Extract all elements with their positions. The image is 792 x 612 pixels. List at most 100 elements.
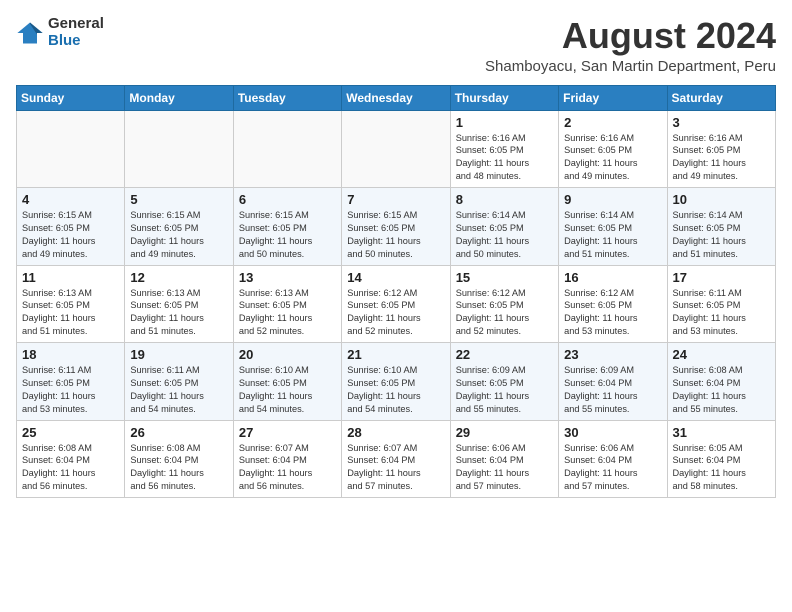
logo-icon [16, 19, 44, 47]
day-cell-26: 26 Sunrise: 6:08 AM Sunset: 6:04 PM Dayli… [125, 420, 233, 498]
logo-general-text: General [48, 16, 104, 33]
day-cell-8: 8 Sunrise: 6:14 AM Sunset: 6:05 PM Daylig… [450, 188, 558, 266]
title-block: August 2024 Shamboyacu, San Martin Depar… [485, 16, 776, 75]
day-cell-29: 29Sunrise: 6:06 AM Sunset: 6:04 PM Dayli… [450, 420, 558, 498]
day-info: Sunrise: 6:08 AM Sunset: 6:04 PM Dayligh… [130, 442, 227, 494]
day-number: 7 [347, 192, 444, 207]
day-info: Sunrise: 6:09 AM Sunset: 6:05 PM Dayligh… [456, 364, 553, 416]
day-info: Sunrise: 6:16 AM Sunset: 6:05 PM Dayligh… [456, 132, 553, 184]
day-number: 27 [239, 425, 336, 440]
day-number: 25 [22, 425, 119, 440]
empty-cell [342, 110, 450, 188]
day-number: 11 [22, 270, 119, 285]
day-info: Sunrise: 6:11 AM Sunset: 6:05 PM Dayligh… [673, 287, 770, 339]
weekday-header-tuesday: Tuesday [233, 85, 341, 110]
day-number: 3 [673, 115, 770, 130]
weekday-header-sunday: Sunday [17, 85, 125, 110]
logo: General Blue [16, 16, 104, 49]
week-row-5: 25 Sunrise: 6:08 AM Sunset: 6:04 PM Dayli… [17, 420, 776, 498]
day-info: Sunrise: 6:08 AM Sunset: 6:04 PM Dayligh… [673, 364, 770, 416]
day-number: 18 [22, 347, 119, 362]
day-number: 1 [456, 115, 553, 130]
day-number: 16 [564, 270, 661, 285]
day-info: Sunrise: 6:13 AM Sunset: 6:05 PM Dayligh… [130, 287, 227, 339]
day-info: Sunrise: 6:14 AM Sunset: 6:05 PM Dayligh… [456, 209, 553, 261]
day-number: 4 [22, 192, 119, 207]
weekday-header-friday: Friday [559, 85, 667, 110]
weekday-header-wednesday: Wednesday [342, 85, 450, 110]
day-cell-12: 12 Sunrise: 6:13 AM Sunset: 6:05 PM Dayli… [125, 265, 233, 343]
day-cell-22: 22 Sunrise: 6:09 AM Sunset: 6:05 PM Dayli… [450, 343, 558, 421]
day-cell-17: 17Sunrise: 6:11 AM Sunset: 6:05 PM Dayli… [667, 265, 775, 343]
day-cell-1: 1 Sunrise: 6:16 AM Sunset: 6:05 PM Daylig… [450, 110, 558, 188]
day-info: Sunrise: 6:07 AM Sunset: 6:04 PM Dayligh… [239, 442, 336, 494]
day-number: 15 [456, 270, 553, 285]
day-number: 10 [673, 192, 770, 207]
day-number: 8 [456, 192, 553, 207]
day-info: Sunrise: 6:14 AM Sunset: 6:05 PM Dayligh… [673, 209, 770, 261]
day-info: Sunrise: 6:05 AM Sunset: 6:04 PM Dayligh… [673, 442, 770, 494]
day-cell-23: 23Sunrise: 6:09 AM Sunset: 6:04 PM Dayli… [559, 343, 667, 421]
day-info: Sunrise: 6:15 AM Sunset: 6:05 PM Dayligh… [130, 209, 227, 261]
day-number: 12 [130, 270, 227, 285]
day-info: Sunrise: 6:08 AM Sunset: 6:04 PM Dayligh… [22, 442, 119, 494]
day-cell-28: 28Sunrise: 6:07 AM Sunset: 6:04 PM Dayli… [342, 420, 450, 498]
day-number: 26 [130, 425, 227, 440]
day-info: Sunrise: 6:16 AM Sunset: 6:05 PM Dayligh… [673, 132, 770, 184]
empty-cell [125, 110, 233, 188]
location-subtitle: Shamboyacu, San Martin Department, Peru [485, 58, 776, 75]
day-cell-16: 16Sunrise: 6:12 AM Sunset: 6:05 PM Dayli… [559, 265, 667, 343]
day-info: Sunrise: 6:11 AM Sunset: 6:05 PM Dayligh… [130, 364, 227, 416]
calendar-table: SundayMondayTuesdayWednesdayThursdayFrid… [16, 85, 776, 499]
weekday-header-saturday: Saturday [667, 85, 775, 110]
day-info: Sunrise: 6:15 AM Sunset: 6:05 PM Dayligh… [347, 209, 444, 261]
day-number: 20 [239, 347, 336, 362]
day-number: 13 [239, 270, 336, 285]
day-cell-4: 4 Sunrise: 6:15 AM Sunset: 6:05 PM Daylig… [17, 188, 125, 266]
day-info: Sunrise: 6:13 AM Sunset: 6:05 PM Dayligh… [239, 287, 336, 339]
day-cell-25: 25 Sunrise: 6:08 AM Sunset: 6:04 PM Dayli… [17, 420, 125, 498]
week-row-2: 4 Sunrise: 6:15 AM Sunset: 6:05 PM Daylig… [17, 188, 776, 266]
day-info: Sunrise: 6:13 AM Sunset: 6:05 PM Dayligh… [22, 287, 119, 339]
day-info: Sunrise: 6:16 AM Sunset: 6:05 PM Dayligh… [564, 132, 661, 184]
day-cell-24: 24 Sunrise: 6:08 AM Sunset: 6:04 PM Dayli… [667, 343, 775, 421]
day-cell-6: 6 Sunrise: 6:15 AM Sunset: 6:05 PM Daylig… [233, 188, 341, 266]
weekday-header-monday: Monday [125, 85, 233, 110]
day-info: Sunrise: 6:15 AM Sunset: 6:05 PM Dayligh… [239, 209, 336, 261]
day-number: 23 [564, 347, 661, 362]
day-info: Sunrise: 6:11 AM Sunset: 6:05 PM Dayligh… [22, 364, 119, 416]
day-cell-14: 14Sunrise: 6:12 AM Sunset: 6:05 PM Dayli… [342, 265, 450, 343]
day-cell-7: 7 Sunrise: 6:15 AM Sunset: 6:05 PM Daylig… [342, 188, 450, 266]
day-number: 22 [456, 347, 553, 362]
page-header: General Blue August 2024 Shamboyacu, San… [16, 16, 776, 75]
weekday-header-thursday: Thursday [450, 85, 558, 110]
month-year-title: August 2024 [485, 16, 776, 56]
day-number: 21 [347, 347, 444, 362]
empty-cell [233, 110, 341, 188]
day-number: 24 [673, 347, 770, 362]
day-cell-15: 15 Sunrise: 6:12 AM Sunset: 6:05 PM Dayli… [450, 265, 558, 343]
day-number: 9 [564, 192, 661, 207]
day-info: Sunrise: 6:06 AM Sunset: 6:04 PM Dayligh… [564, 442, 661, 494]
day-cell-27: 27 Sunrise: 6:07 AM Sunset: 6:04 PM Dayli… [233, 420, 341, 498]
day-info: Sunrise: 6:15 AM Sunset: 6:05 PM Dayligh… [22, 209, 119, 261]
day-number: 5 [130, 192, 227, 207]
day-info: Sunrise: 6:12 AM Sunset: 6:05 PM Dayligh… [347, 287, 444, 339]
day-cell-9: 9Sunrise: 6:14 AM Sunset: 6:05 PM Daylig… [559, 188, 667, 266]
day-cell-3: 3 Sunrise: 6:16 AM Sunset: 6:05 PM Daylig… [667, 110, 775, 188]
week-row-4: 18 Sunrise: 6:11 AM Sunset: 6:05 PM Dayli… [17, 343, 776, 421]
day-info: Sunrise: 6:06 AM Sunset: 6:04 PM Dayligh… [456, 442, 553, 494]
day-cell-30: 30 Sunrise: 6:06 AM Sunset: 6:04 PM Dayli… [559, 420, 667, 498]
day-number: 31 [673, 425, 770, 440]
day-number: 2 [564, 115, 661, 130]
day-cell-31: 31 Sunrise: 6:05 AM Sunset: 6:04 PM Dayli… [667, 420, 775, 498]
logo-text: General Blue [48, 16, 104, 49]
day-cell-10: 10 Sunrise: 6:14 AM Sunset: 6:05 PM Dayli… [667, 188, 775, 266]
day-cell-18: 18 Sunrise: 6:11 AM Sunset: 6:05 PM Dayli… [17, 343, 125, 421]
empty-cell [17, 110, 125, 188]
day-info: Sunrise: 6:12 AM Sunset: 6:05 PM Dayligh… [456, 287, 553, 339]
day-cell-2: 2 Sunrise: 6:16 AM Sunset: 6:05 PM Daylig… [559, 110, 667, 188]
weekday-header-row: SundayMondayTuesdayWednesdayThursdayFrid… [17, 85, 776, 110]
day-number: 30 [564, 425, 661, 440]
day-number: 6 [239, 192, 336, 207]
